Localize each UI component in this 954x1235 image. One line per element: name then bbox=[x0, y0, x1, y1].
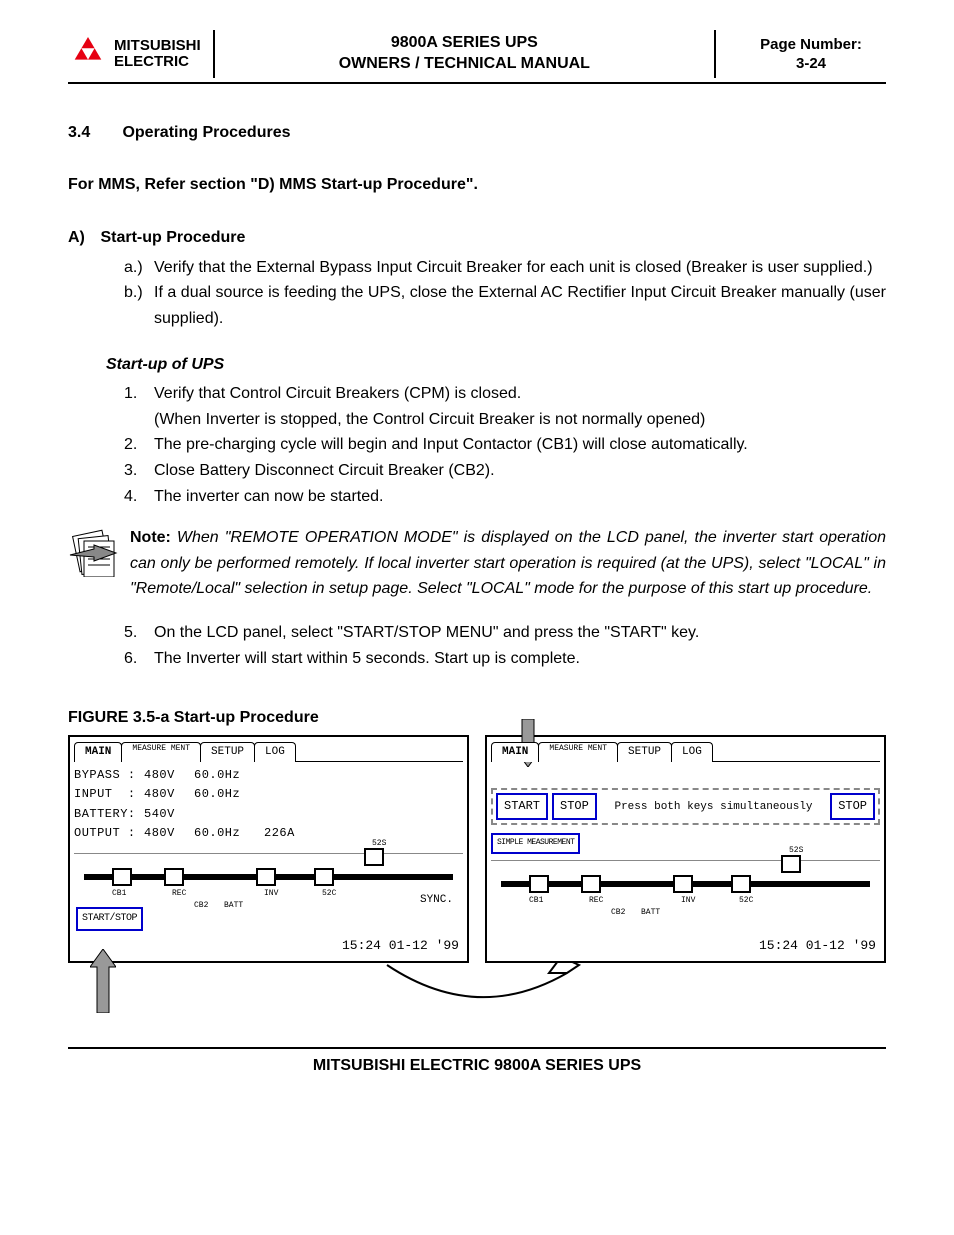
list-label: a.) bbox=[124, 255, 154, 281]
brand-line1: MITSUBISHI bbox=[114, 38, 201, 55]
ol-label: 6. bbox=[124, 646, 154, 672]
section-number: 3.4 bbox=[68, 120, 118, 146]
page-num: 3-24 bbox=[736, 54, 886, 74]
brand-logo-box: MITSUBISHI ELECTRIC bbox=[68, 30, 215, 78]
start-stop-row: START STOP Press both keys simultaneousl… bbox=[491, 788, 880, 825]
startup-list-2: 5.On the LCD panel, select "START/STOP M… bbox=[124, 620, 886, 671]
ol-text: Verify that Control Circuit Breakers (CP… bbox=[154, 381, 886, 407]
note-text: Note: When "REMOTE OPERATION MODE" is di… bbox=[130, 525, 886, 602]
datetime: 15:24 01-12 '99 bbox=[342, 936, 459, 957]
curve-arrow-icon bbox=[68, 955, 886, 1020]
startup-list-1: 1.Verify that Control Circuit Breakers (… bbox=[124, 381, 886, 509]
circuit-diagram: CB1 REC INV 52C 52S CB2 BATT bbox=[491, 860, 880, 916]
start-button[interactable]: START bbox=[496, 793, 548, 820]
measurements: BYPASS :480V60.0Hz INPUT :480V60.0Hz BAT… bbox=[74, 766, 463, 843]
mms-reference: For MMS, Refer section "D) MMS Start-up … bbox=[68, 172, 886, 198]
subsection-A-list: a.)Verify that the External Bypass Input… bbox=[124, 255, 886, 332]
brand-line2: ELECTRIC bbox=[114, 54, 201, 71]
section-heading: 3.4 Operating Procedures bbox=[68, 120, 886, 146]
ol-text: On the LCD panel, select "START/STOP MEN… bbox=[154, 620, 886, 646]
tab-main[interactable]: MAIN bbox=[491, 742, 539, 763]
ol-label bbox=[124, 407, 154, 433]
page-header: MITSUBISHI ELECTRIC 9800A SERIES UPS OWN… bbox=[68, 30, 886, 84]
subsection-A-heading: A) Start-up Procedure bbox=[68, 225, 886, 251]
figure-screens: MAIN MEASURE MENT SETUP LOG BYPASS :480V… bbox=[68, 735, 886, 963]
ol-text: (When Inverter is stopped, the Control C… bbox=[154, 407, 886, 433]
tab-setup[interactable]: SETUP bbox=[617, 742, 672, 763]
ol-label: 5. bbox=[124, 620, 154, 646]
ol-text: Close Battery Disconnect Circuit Breaker… bbox=[154, 458, 886, 484]
section-title: Operating Procedures bbox=[122, 124, 290, 141]
page-label: Page Number: bbox=[736, 35, 886, 55]
subsection-letter: A) bbox=[68, 225, 96, 251]
datetime: 15:24 01-12 '99 bbox=[759, 936, 876, 957]
note-body: When "REMOTE OPERATION MODE" is displaye… bbox=[130, 529, 886, 597]
tab-main[interactable]: MAIN bbox=[74, 742, 122, 763]
note-label: Note: bbox=[130, 529, 171, 546]
startup-ups-heading: Start-up of UPS bbox=[106, 352, 886, 378]
doc-title-line1: 9800A SERIES UPS bbox=[215, 33, 714, 54]
subsection-title: Start-up Procedure bbox=[100, 229, 245, 246]
lcd-screen-start: MAIN MEASURE MENT SETUP LOG START STOP P… bbox=[485, 735, 886, 963]
stop-button-2[interactable]: STOP bbox=[830, 793, 875, 820]
list-text: Verify that the External Bypass Input Ci… bbox=[154, 255, 886, 281]
tab-log[interactable]: LOG bbox=[254, 742, 296, 763]
note-icon bbox=[68, 525, 120, 602]
lcd-screen-main: MAIN MEASURE MENT SETUP LOG BYPASS :480V… bbox=[68, 735, 469, 963]
tab-measure[interactable]: MEASURE MENT bbox=[121, 742, 201, 763]
ol-text: The pre-charging cycle will begin and In… bbox=[154, 432, 886, 458]
press-both-msg: Press both keys simultaneously bbox=[601, 801, 826, 813]
page-footer: MITSUBISHI ELECTRIC 9800A SERIES UPS bbox=[68, 1047, 886, 1075]
ol-label: 4. bbox=[124, 484, 154, 510]
tab-setup[interactable]: SETUP bbox=[200, 742, 255, 763]
tab-measure[interactable]: MEASURE MENT bbox=[538, 742, 618, 763]
stop-button-1[interactable]: STOP bbox=[552, 793, 597, 820]
ol-label: 1. bbox=[124, 381, 154, 407]
arrow-up-icon bbox=[90, 949, 116, 1013]
tab-log[interactable]: LOG bbox=[671, 742, 713, 763]
figure-title: FIGURE 3.5-a Start-up Procedure bbox=[68, 705, 886, 731]
mitsubishi-logo-icon bbox=[68, 37, 108, 71]
list-text: If a dual source is feeding the UPS, clo… bbox=[154, 280, 886, 331]
simple-measurement-button[interactable]: SIMPLE MEASUREMENT bbox=[491, 833, 580, 854]
circuit-diagram: CB1 REC INV 52C 52S CB2 BATT SYNC. bbox=[74, 853, 463, 909]
doc-title-line2: OWNERS / TECHNICAL MANUAL bbox=[215, 54, 714, 75]
start-stop-button[interactable]: START/STOP bbox=[76, 907, 143, 931]
list-label: b.) bbox=[124, 280, 154, 331]
ol-text: The inverter can now be started. bbox=[154, 484, 886, 510]
doc-title: 9800A SERIES UPS OWNERS / TECHNICAL MANU… bbox=[215, 30, 716, 78]
ol-label: 3. bbox=[124, 458, 154, 484]
page-number-box: Page Number: 3-24 bbox=[716, 35, 886, 74]
note-block: Note: When "REMOTE OPERATION MODE" is di… bbox=[68, 525, 886, 602]
ol-label: 2. bbox=[124, 432, 154, 458]
ol-text: The Inverter will start within 5 seconds… bbox=[154, 646, 886, 672]
